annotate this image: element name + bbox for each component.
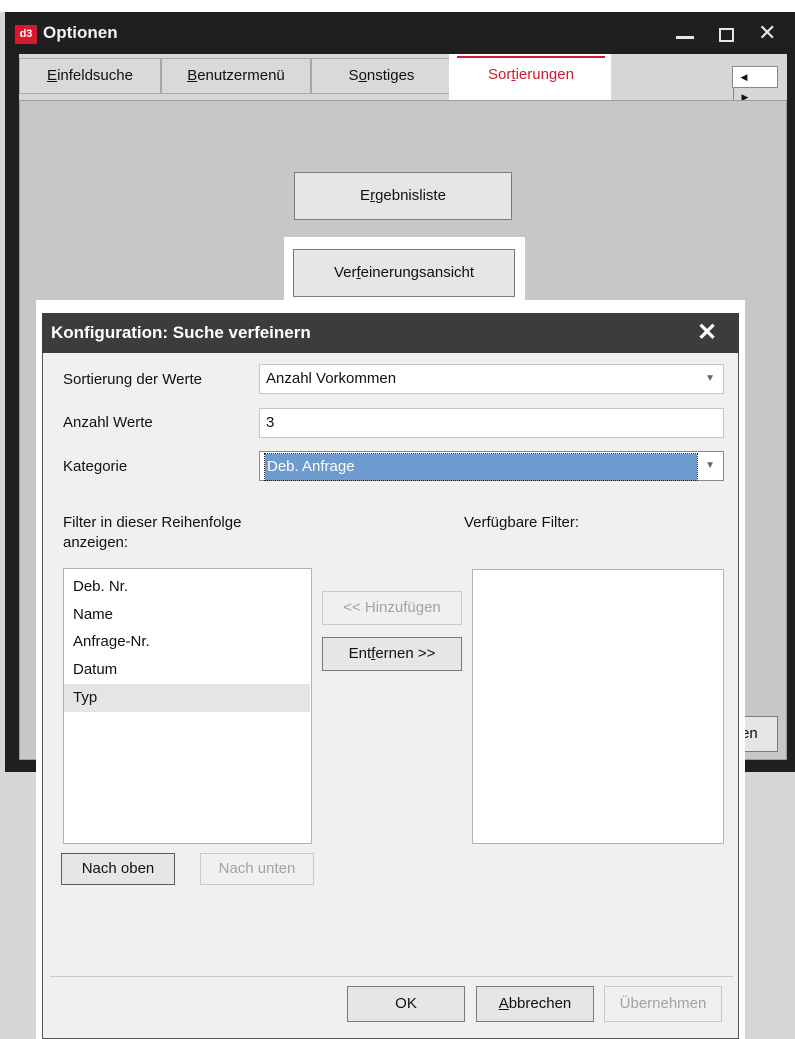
order-label-line2: anzeigen: — [63, 534, 129, 551]
tab-mnemonic: B — [187, 67, 198, 84]
chevron-down-icon: ▼ — [705, 373, 715, 384]
background-strip — [0, 0, 795, 12]
button-label: gebnisliste — [375, 187, 446, 204]
close-icon[interactable]: ✕ — [758, 20, 776, 46]
tab-label: ierungen — [515, 66, 574, 83]
cancel-button[interactable]: Abbrechen — [476, 986, 594, 1022]
list-item[interactable]: Anfrage-Nr. — [73, 633, 150, 650]
selected-item-highlight — [64, 684, 310, 712]
button-label-pre: E — [360, 187, 371, 204]
d3-logo: d3 — [15, 25, 37, 44]
category-value: Deb. Anfrage — [264, 453, 698, 481]
count-label: Anzahl Werte — [63, 414, 153, 431]
list-item[interactable]: Typ — [73, 689, 97, 706]
tab-label-pre: S — [348, 67, 359, 84]
button-label: einerungsansicht — [360, 264, 475, 281]
sort-label: Sortierung der Werte — [63, 371, 202, 388]
maximize-icon[interactable] — [719, 28, 734, 42]
window-title: Optionen — [43, 23, 118, 42]
button-label-pre: Ver — [333, 264, 357, 281]
arrow-left-icon[interactable]: ◀ — [733, 67, 755, 87]
button-label: ernen >> — [375, 645, 436, 662]
add-button[interactable]: << Hinzufügen — [322, 591, 462, 625]
count-input[interactable]: 3 — [259, 408, 724, 438]
ergebnisliste-button[interactable]: Ergebnisliste — [294, 172, 512, 220]
tab-mnemonic: E — [47, 67, 58, 84]
available-listbox[interactable] — [472, 569, 724, 844]
button-label-pre: Ent — [348, 645, 372, 662]
minimize-icon[interactable] — [676, 36, 694, 39]
move-up-button[interactable]: Nach oben — [61, 853, 175, 885]
options-titlebar[interactable] — [5, 12, 795, 54]
list-item[interactable]: Deb. Nr. — [73, 578, 128, 595]
chevron-down-icon: ▼ — [705, 460, 715, 471]
tab-label-pre: Sor — [488, 66, 512, 83]
ok-button[interactable]: OK — [347, 986, 465, 1022]
verfeinerungsansicht-button[interactable]: Verfeinerungsansicht — [293, 249, 515, 297]
sort-value: Anzahl Vorkommen — [266, 370, 397, 387]
available-label: Verfügbare Filter: — [464, 514, 580, 531]
button-label: bbrechen — [508, 995, 572, 1012]
tab-sortierungen[interactable]: Sortierungen — [457, 56, 605, 96]
list-item[interactable]: Name — [73, 606, 113, 623]
sort-select[interactable]: Anzahl Vorkommen ▼ — [259, 364, 724, 394]
tab-label: nstiges — [366, 67, 415, 84]
category-label: Kategorie — [63, 458, 128, 475]
tab-label: infeldsuche — [57, 67, 133, 84]
dialog-title: Konfiguration: Suche verfeinern — [51, 323, 311, 342]
tab-scroll-arrows: ◀▶ — [732, 66, 778, 107]
dialog-close-icon[interactable]: ✕ — [697, 318, 717, 347]
remove-button[interactable]: Entfernen >> — [322, 637, 462, 671]
tab-einfeldsuche[interactable]: Einfeldsuche — [19, 58, 161, 94]
button-mnemonic: A — [498, 995, 509, 1012]
apply-button[interactable]: Übernehmen — [604, 986, 722, 1022]
tab-benutzermenue[interactable]: Benutzermenü — [161, 58, 311, 94]
list-item[interactable]: Datum — [73, 661, 117, 678]
tab-label: enutzermenü — [197, 67, 285, 84]
move-down-button[interactable]: Nach unten — [200, 853, 314, 885]
tab-mnemonic: o — [358, 67, 367, 84]
tab-sonstiges[interactable]: Sonstiges — [311, 58, 452, 94]
order-label-line1: Filter in dieser Reihenfolge — [63, 514, 242, 531]
